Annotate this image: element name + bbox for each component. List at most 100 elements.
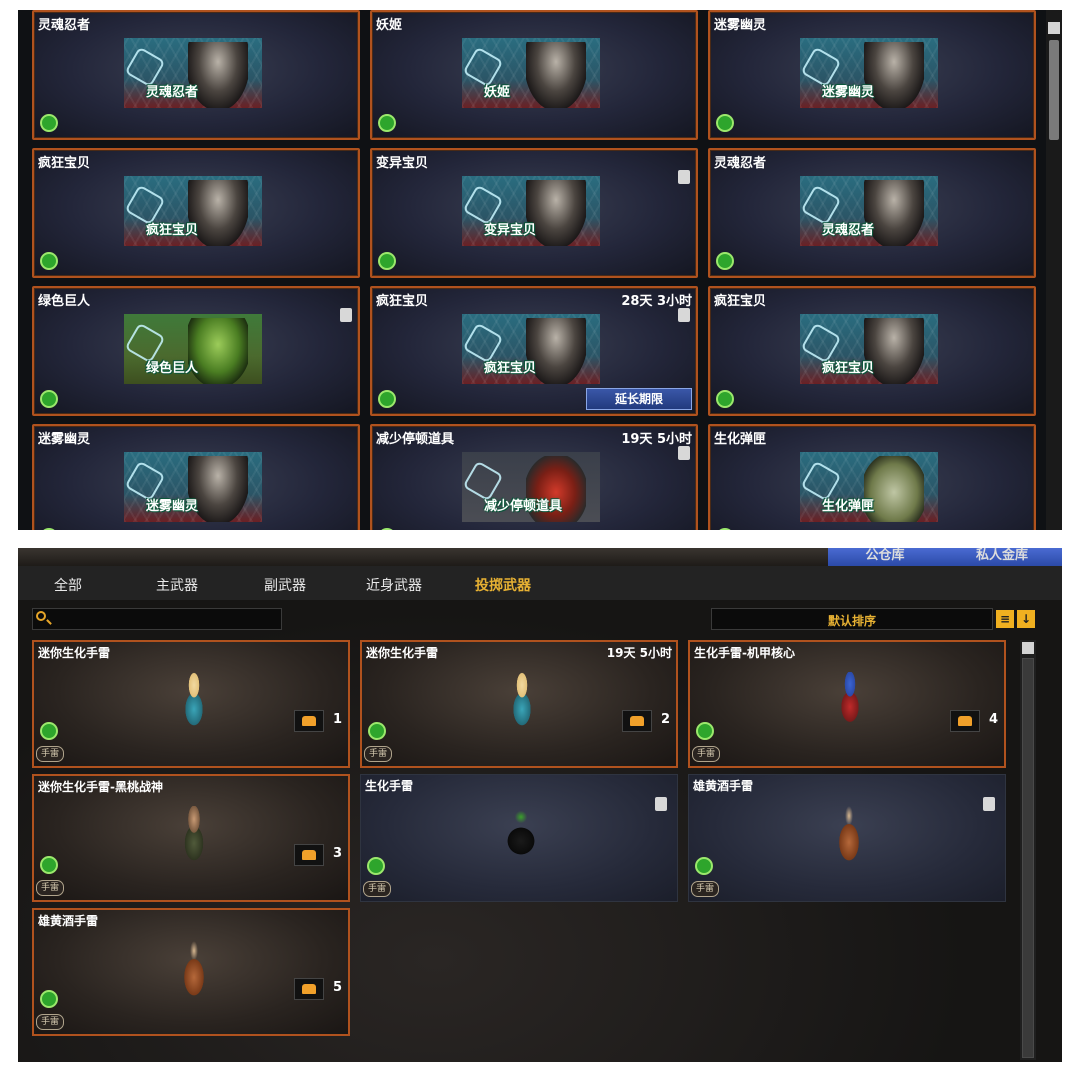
weapon-card[interactable]: 迷你生化手雷-黑桃战神 手雷 3 <box>32 774 350 902</box>
costume-card[interactable]: 变异宝贝 变异宝贝 <box>370 148 698 278</box>
tab-public-storage[interactable]: 公仓库 <box>828 548 943 566</box>
weapon-card[interactable]: 生化手雷 手雷 <box>360 774 678 902</box>
biohazard-icon <box>695 857 713 875</box>
loadout-slot-icon <box>950 710 980 732</box>
card-thumbnail: 迷雾幽灵 <box>124 452 262 522</box>
weapon-type-tag: 手雷 <box>36 746 65 762</box>
costume-card[interactable]: 疯狂宝贝 28天 3小时 疯狂宝贝 延长期限 <box>370 286 698 416</box>
biohazard-icon <box>40 722 58 740</box>
costume-card[interactable]: 绿色巨人 绿色巨人 <box>32 286 360 416</box>
card-thumbnail: 妖姬 <box>462 38 600 108</box>
thumbnail-label: 绿色巨人 <box>146 361 199 376</box>
scroll-up-icon[interactable] <box>1048 22 1060 34</box>
weapon-scrollbar[interactable] <box>1020 640 1036 1060</box>
main-tab-3[interactable] <box>230 548 337 566</box>
tab-private-vault[interactable]: 私人金库 <box>942 548 1062 566</box>
loadout-slot-icon <box>622 710 652 732</box>
main-tab-4[interactable] <box>336 548 443 566</box>
tab-secondary[interactable]: 副武器 <box>264 575 306 595</box>
card-time-remaining: 28天 3小时 <box>621 294 692 309</box>
list-view-icon[interactable]: ≡ <box>996 610 1014 628</box>
weapon-image <box>174 806 214 866</box>
scroll-thumb[interactable] <box>1049 40 1059 140</box>
biohazard-icon <box>40 990 58 1008</box>
tab-private-vault-label: 私人金库 <box>975 548 1028 563</box>
weapon-image <box>829 805 869 865</box>
main-tab-2[interactable] <box>124 548 231 566</box>
scroll-thumb[interactable] <box>1022 658 1034 1058</box>
card-title: 变异宝贝 <box>376 156 429 171</box>
tab-throwable[interactable]: 投掷武器 <box>475 575 531 595</box>
weapon-title: 雄黄酒手雷 <box>38 914 99 928</box>
card-thumbnail: 迷雾幽灵 <box>800 38 938 108</box>
trash-icon[interactable] <box>983 797 995 811</box>
weapon-card[interactable]: 迷你生化手雷 19天 5小时 手雷 2 <box>360 640 678 768</box>
costume-card[interactable]: 迷雾幽灵 迷雾幽灵 <box>708 10 1036 140</box>
costume-card[interactable]: 灵魂忍者 灵魂忍者 <box>32 10 360 140</box>
costume-card[interactable]: 妖姬 妖姬 <box>370 10 698 140</box>
costume-grid: 灵魂忍者 灵魂忍者 妖姬 妖姬 迷雾幽灵 迷雾幽灵 疯狂宝贝 疯狂宝贝 变异宝贝… <box>32 10 1042 530</box>
tab-all[interactable]: 全部 <box>54 575 82 595</box>
biohazard-icon <box>696 722 714 740</box>
costume-card[interactable]: 减少停顿道具 19天 5小时 减少停顿道具 <box>370 424 698 530</box>
main-tab-1[interactable] <box>18 548 125 566</box>
costume-card[interactable]: 疯狂宝贝 疯狂宝贝 <box>32 148 360 278</box>
card-title: 疯狂宝贝 <box>38 156 91 171</box>
tab-primary[interactable]: 主武器 <box>156 575 198 595</box>
thumbnail-label: 变异宝贝 <box>484 223 537 238</box>
tab-melee[interactable]: 近身武器 <box>366 575 422 595</box>
weapon-type-tag: 手雷 <box>692 746 721 762</box>
weapon-grid: 迷你生化手雷 手雷 1 迷你生化手雷 19天 5小时 手雷 2 生化手雷-机甲核… <box>32 640 1022 1040</box>
costume-card[interactable]: 疯狂宝贝 疯狂宝贝 <box>708 286 1036 416</box>
card-title: 灵魂忍者 <box>38 18 91 33</box>
costume-card[interactable]: 生化弹匣 生化弹匣 <box>708 424 1036 530</box>
thumbnail-label: 减少停顿道具 <box>484 499 563 514</box>
search-input[interactable] <box>32 608 282 630</box>
trash-icon[interactable] <box>340 308 352 322</box>
weapon-type-tag: 手雷 <box>363 881 392 897</box>
sort-direction-icon[interactable]: ↓ <box>1017 610 1035 628</box>
main-tab-6[interactable] <box>548 548 709 566</box>
sort-dropdown[interactable]: 默认排序 <box>711 608 993 630</box>
weapon-card[interactable]: 生化手雷-机甲核心 手雷 4 <box>688 640 1006 768</box>
loadout-slot-icon <box>294 978 324 1000</box>
card-thumbnail: 疯狂宝贝 <box>124 176 262 246</box>
card-thumbnail: 生化弹匣 <box>800 452 938 522</box>
weapon-card[interactable]: 雄黄酒手雷 手雷 <box>688 774 1006 902</box>
costume-card[interactable]: 迷雾幽灵 迷雾幽灵 <box>32 424 360 530</box>
trash-icon[interactable] <box>678 446 690 460</box>
slot-number: 3 <box>332 846 342 861</box>
weapon-image <box>174 672 214 732</box>
tab-public-storage-label: 公仓库 <box>865 548 905 563</box>
card-thumbnail: 灵魂忍者 <box>124 38 262 108</box>
scroll-up-icon[interactable] <box>1022 642 1034 654</box>
card-title: 减少停顿道具 <box>376 432 455 447</box>
weapon-image <box>502 672 542 732</box>
weapon-type-tag: 手雷 <box>691 881 720 897</box>
main-tab-7[interactable] <box>708 548 829 566</box>
thumbnail-label: 灵魂忍者 <box>822 223 875 238</box>
slot-number: 4 <box>988 712 998 727</box>
top-scrollbar[interactable] <box>1046 10 1062 530</box>
main-tab-5[interactable] <box>442 548 549 566</box>
thumbnail-label: 疯狂宝贝 <box>822 361 875 376</box>
main-tab-bar: 公仓库 私人金库 <box>18 548 1062 566</box>
card-thumbnail: 灵魂忍者 <box>800 176 938 246</box>
card-title: 灵魂忍者 <box>714 156 767 171</box>
trash-icon[interactable] <box>678 170 690 184</box>
weapon-card[interactable]: 迷你生化手雷 手雷 1 <box>32 640 350 768</box>
biohazard-icon <box>40 252 58 270</box>
trash-icon[interactable] <box>678 308 690 322</box>
weapon-title: 生化手雷 <box>365 779 414 793</box>
trash-icon[interactable] <box>655 797 667 811</box>
biohazard-icon <box>368 722 386 740</box>
card-thumbnail: 疯狂宝贝 <box>800 314 938 384</box>
weapon-card[interactable]: 雄黄酒手雷 手雷 5 <box>32 908 350 1036</box>
extend-duration-button[interactable]: 延长期限 <box>586 388 692 410</box>
weapon-image <box>501 805 541 865</box>
biohazard-icon <box>40 390 58 408</box>
weapon-time-remaining: 19天 5小时 <box>606 646 672 660</box>
card-title: 迷雾幽灵 <box>714 18 767 33</box>
card-title: 生化弹匣 <box>714 432 767 447</box>
costume-card[interactable]: 灵魂忍者 灵魂忍者 <box>708 148 1036 278</box>
